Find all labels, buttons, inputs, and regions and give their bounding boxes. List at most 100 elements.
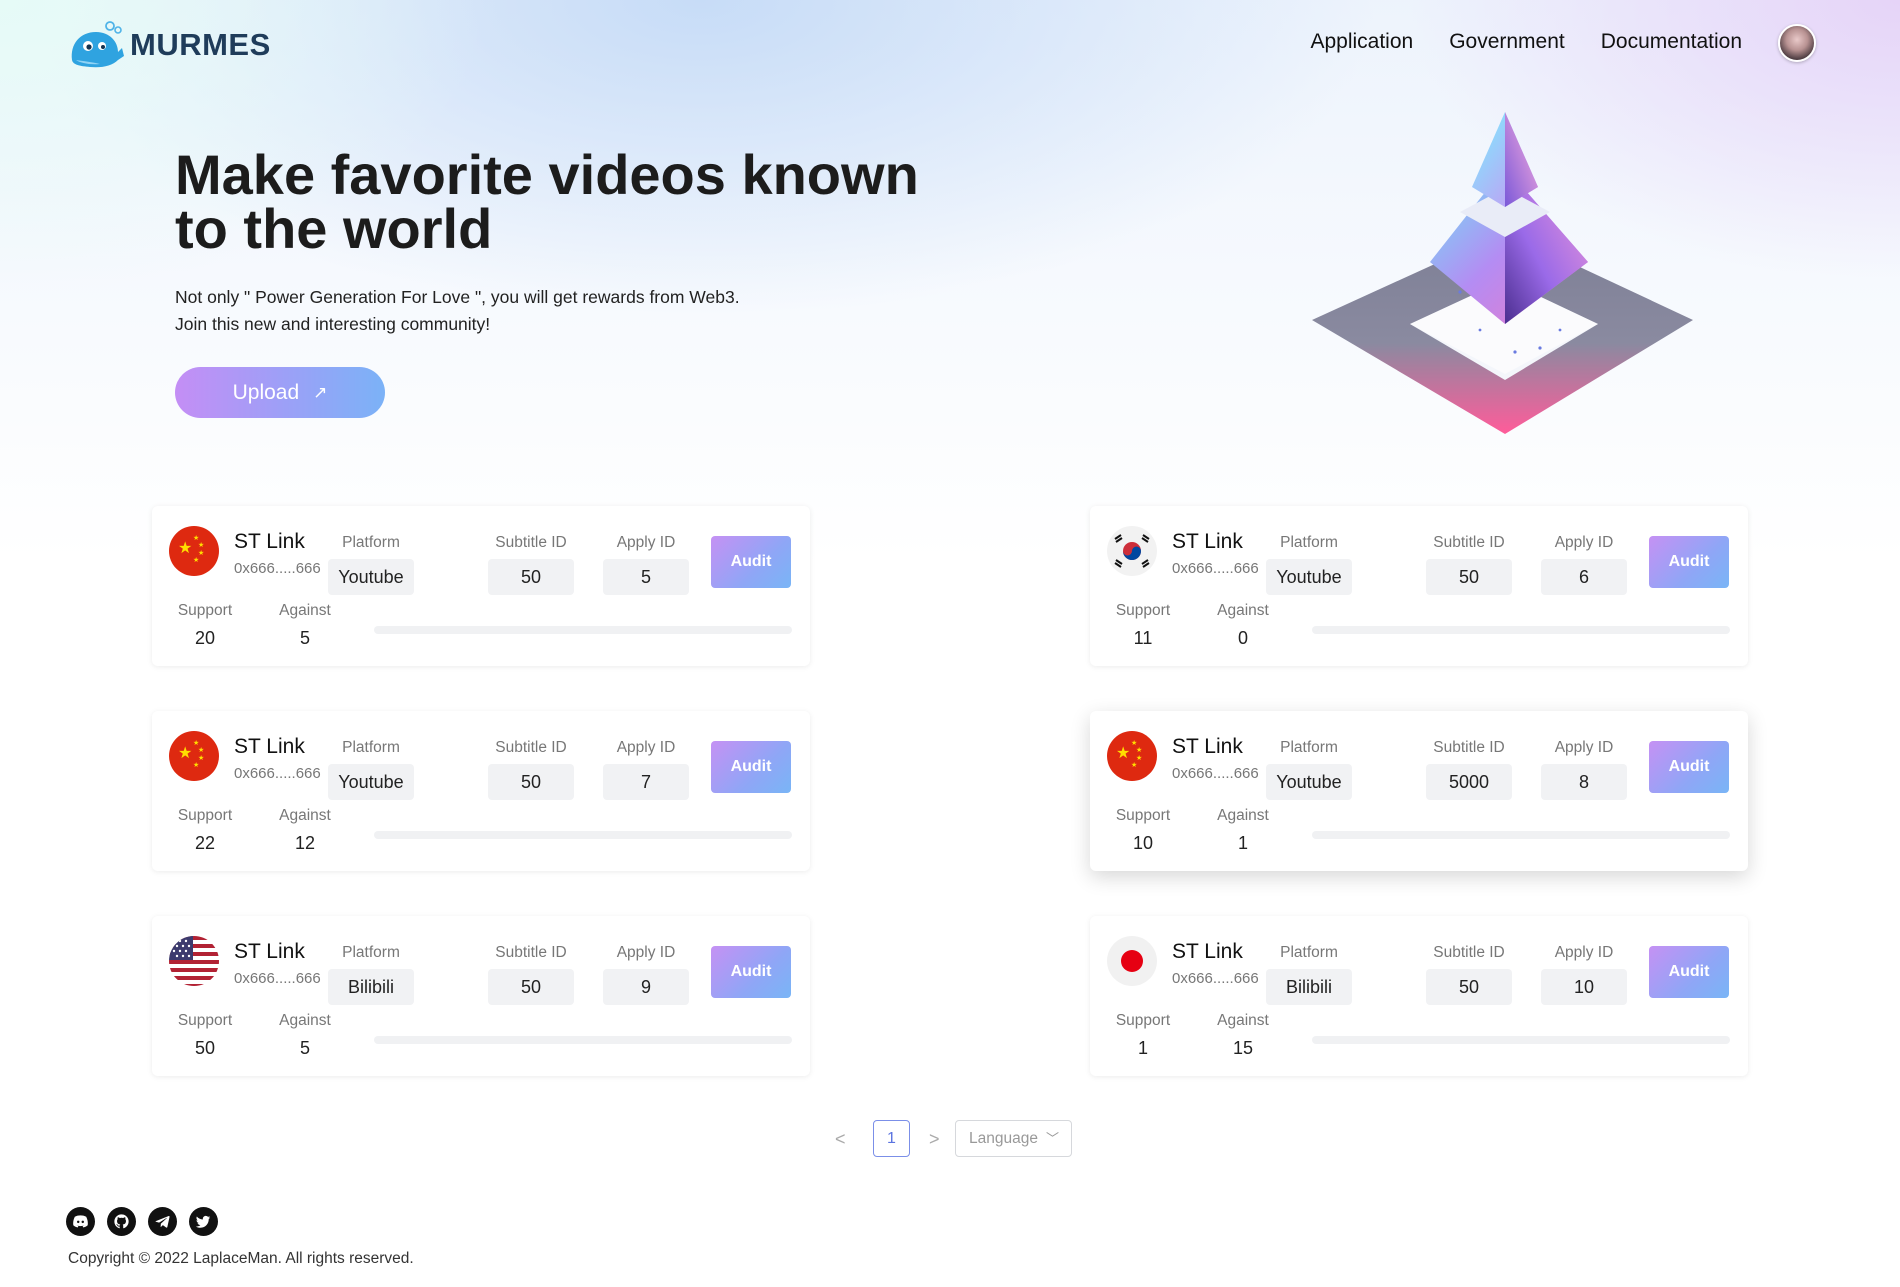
audit-button[interactable]: Audit bbox=[1649, 741, 1729, 793]
subtitle-id-field: Subtitle ID 50 bbox=[1426, 944, 1512, 1005]
support-label: Support bbox=[177, 1012, 233, 1029]
platform-label: Platform bbox=[1280, 534, 1338, 551]
card-title[interactable]: ST Link bbox=[234, 735, 305, 759]
subtitle-id-label: Subtitle ID bbox=[495, 534, 567, 551]
upload-button[interactable]: Upload ↗ bbox=[175, 367, 385, 418]
hero-subtitle-line-1: Not only " Power Generation For Love ", … bbox=[175, 287, 740, 307]
apply-id-value: 9 bbox=[603, 969, 689, 1005]
against-count: 1 bbox=[1237, 833, 1248, 853]
application-card: ST Link 0x666.....666 Platform Youtube S… bbox=[1090, 506, 1748, 666]
github-icon[interactable] bbox=[107, 1207, 136, 1236]
platform-value: Bilibili bbox=[1266, 969, 1352, 1005]
against-stat: Against 15 bbox=[1203, 1012, 1283, 1059]
hero-subtitle-line-2: Join this new and interesting community! bbox=[175, 314, 491, 334]
apply-id-value: 7 bbox=[603, 764, 689, 800]
apply-id-value: 6 bbox=[1541, 559, 1627, 595]
card-address: 0x666.....666 bbox=[234, 765, 321, 782]
platform-field: Platform Youtube bbox=[328, 534, 414, 595]
platform-label: Platform bbox=[1280, 739, 1338, 756]
support-count: 22 bbox=[194, 833, 216, 853]
audit-button[interactable]: Audit bbox=[1649, 536, 1729, 588]
card-title[interactable]: ST Link bbox=[234, 530, 305, 554]
svg-text:★: ★ bbox=[1136, 746, 1142, 754]
subtitle-id-field: Subtitle ID 50 bbox=[488, 534, 574, 595]
support-label: Support bbox=[1115, 807, 1171, 824]
vote-progress-bar bbox=[374, 831, 792, 839]
audit-button[interactable]: Audit bbox=[1649, 946, 1729, 998]
subtitle-id-value: 50 bbox=[488, 764, 574, 800]
against-label: Against bbox=[1217, 602, 1269, 619]
apply-id-label: Apply ID bbox=[1554, 944, 1614, 961]
next-page-button[interactable]: > bbox=[929, 1129, 940, 1150]
nav-documentation[interactable]: Documentation bbox=[1601, 30, 1742, 54]
subtitle-id-field: Subtitle ID 50 bbox=[488, 944, 574, 1005]
card-title[interactable]: ST Link bbox=[1172, 530, 1243, 554]
page: MURMES Application Government Documentat… bbox=[0, 0, 1900, 1287]
svg-text:★: ★ bbox=[178, 743, 192, 762]
china-flag-icon: ★ ★ ★ ★ ★ bbox=[169, 731, 219, 781]
application-card: ST Link 0x666.....666 Platform Bilibili … bbox=[1090, 916, 1748, 1076]
audit-button[interactable]: Audit bbox=[711, 536, 791, 588]
card-title[interactable]: ST Link bbox=[234, 940, 305, 964]
card-title[interactable]: ST Link bbox=[1172, 940, 1243, 964]
user-avatar[interactable] bbox=[1778, 24, 1816, 62]
twitter-icon[interactable] bbox=[189, 1207, 218, 1236]
subtitle-id-value: 50 bbox=[488, 969, 574, 1005]
audit-button[interactable]: Audit bbox=[711, 946, 791, 998]
support-label: Support bbox=[177, 807, 233, 824]
china-flag-icon: ★ ★ ★ ★ ★ bbox=[169, 526, 219, 576]
platform-value: Bilibili bbox=[328, 969, 414, 1005]
against-count: 15 bbox=[1232, 1038, 1254, 1058]
audit-button[interactable]: Audit bbox=[711, 741, 791, 793]
subtitle-id-value: 5000 bbox=[1426, 764, 1512, 800]
against-label: Against bbox=[279, 807, 331, 824]
hero-title: Make favorite videos known to the world bbox=[175, 143, 919, 260]
subtitle-id-label: Subtitle ID bbox=[1433, 534, 1505, 551]
svg-text:★: ★ bbox=[1131, 761, 1137, 769]
language-select[interactable]: Language ﹀ bbox=[955, 1120, 1072, 1157]
platform-field: Platform Youtube bbox=[328, 739, 414, 800]
apply-id-label: Apply ID bbox=[616, 739, 676, 756]
china-flag-icon: ★ ★ ★ ★ ★ bbox=[1107, 731, 1157, 781]
telegram-icon[interactable] bbox=[148, 1207, 177, 1236]
svg-text:★: ★ bbox=[198, 746, 204, 754]
subtitle-id-value: 50 bbox=[488, 559, 574, 595]
support-count: 20 bbox=[194, 628, 216, 648]
subtitle-id-field: Subtitle ID 50 bbox=[488, 739, 574, 800]
against-stat: Against 12 bbox=[265, 807, 345, 854]
against-label: Against bbox=[279, 1012, 331, 1029]
platform-label: Platform bbox=[342, 534, 400, 551]
page-1-button[interactable]: 1 bbox=[873, 1120, 910, 1157]
apply-id-label: Apply ID bbox=[616, 534, 676, 551]
support-stat: Support 1 bbox=[1103, 1012, 1183, 1059]
vote-progress-bar bbox=[1312, 626, 1730, 634]
brand-logo[interactable]: MURMES bbox=[66, 20, 271, 70]
subtitle-id-field: Subtitle ID 5000 bbox=[1426, 739, 1512, 800]
platform-label: Platform bbox=[1280, 944, 1338, 961]
vote-progress-bar bbox=[374, 626, 792, 634]
platform-label: Platform bbox=[342, 944, 400, 961]
svg-text:★: ★ bbox=[178, 538, 192, 557]
support-count: 11 bbox=[1133, 628, 1153, 648]
against-stat: Against 5 bbox=[265, 1012, 345, 1059]
subtitle-id-label: Subtitle ID bbox=[1433, 739, 1505, 756]
discord-icon[interactable] bbox=[66, 1207, 95, 1236]
support-label: Support bbox=[177, 602, 233, 619]
card-address: 0x666.....666 bbox=[234, 970, 321, 987]
platform-value: Youtube bbox=[1266, 764, 1352, 800]
svg-text:★: ★ bbox=[1116, 743, 1130, 762]
subtitle-id-label: Subtitle ID bbox=[1433, 944, 1505, 961]
hero-subtitle: Not only " Power Generation For Love ", … bbox=[175, 284, 875, 338]
apply-id-value: 8 bbox=[1541, 764, 1627, 800]
prev-page-button[interactable]: < bbox=[835, 1129, 846, 1150]
nav-government[interactable]: Government bbox=[1449, 30, 1565, 54]
support-stat: Support 50 bbox=[165, 1012, 245, 1059]
card-title[interactable]: ST Link bbox=[1172, 735, 1243, 759]
against-count: 0 bbox=[1237, 628, 1248, 648]
platform-field: Platform Youtube bbox=[1266, 739, 1352, 800]
subtitle-id-label: Subtitle ID bbox=[495, 944, 567, 961]
svg-text:★: ★ bbox=[193, 761, 199, 769]
nav-application[interactable]: Application bbox=[1310, 30, 1413, 54]
against-label: Against bbox=[279, 602, 331, 619]
platform-field: Platform Bilibili bbox=[328, 944, 414, 1005]
